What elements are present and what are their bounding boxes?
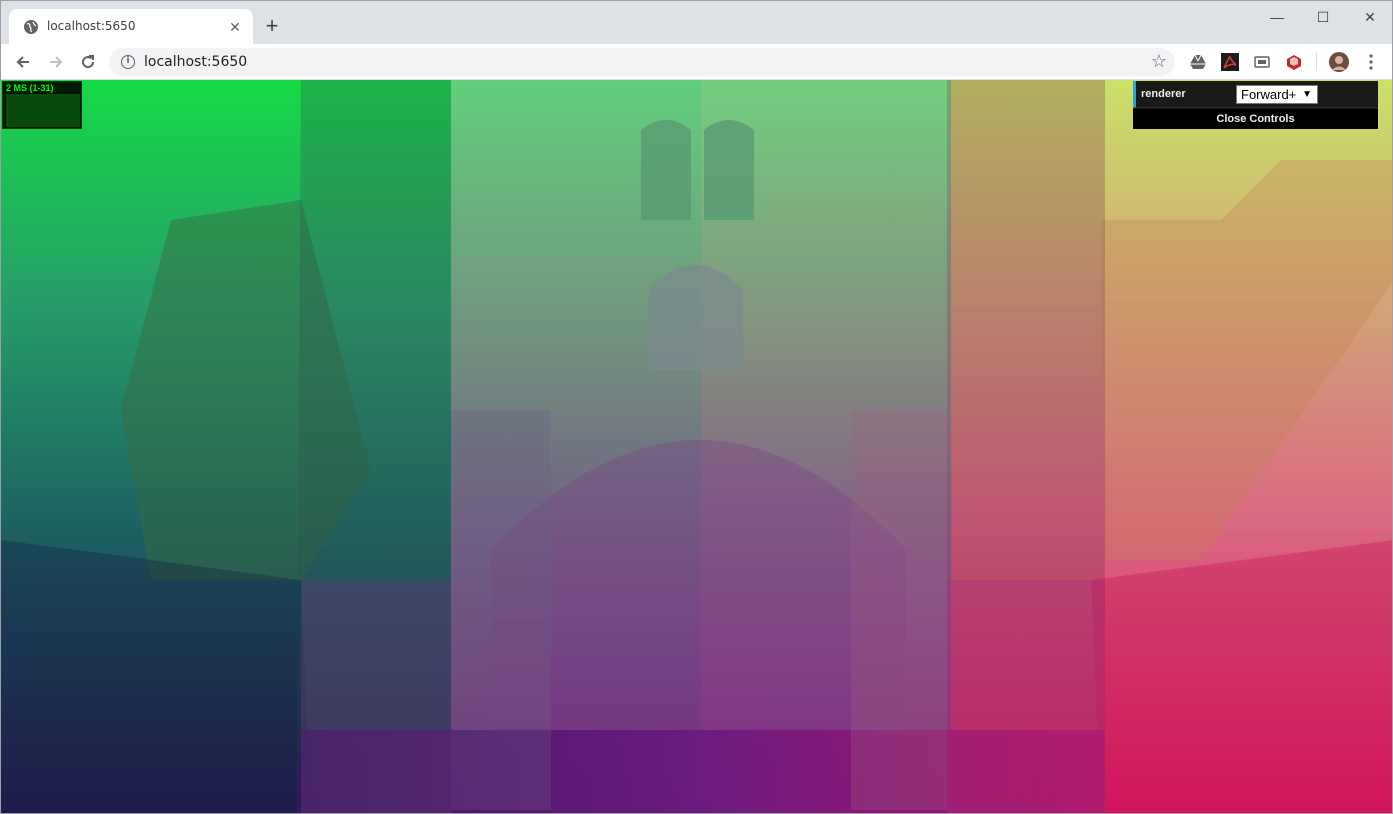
renderer-row: renderer Forward+ ▼ [1133,81,1378,108]
stats-graph [6,94,80,127]
tab-localhost[interactable]: localhost:5650 ✕ [9,9,253,44]
maximize-icon[interactable]: ☐ [1309,7,1337,27]
minimize-icon[interactable]: — [1263,7,1291,27]
browser-window: localhost:5650 ✕ + — ☐ ✕ i localhost:565… [0,0,1393,814]
controls-panel: renderer Forward+ ▼ Close Controls [1133,81,1378,129]
drive-icon[interactable] [1189,53,1207,71]
globe-icon [24,20,38,34]
reload-icon[interactable] [76,50,100,74]
divider [1316,53,1317,71]
renderer-select[interactable]: Forward+ ▼ [1236,85,1318,104]
more-vert-icon[interactable] [1359,50,1383,74]
toolbar: i localhost:5650 ☆ [1,44,1392,80]
url-text: localhost:5650 [144,54,248,70]
window-close-icon[interactable]: ✕ [1356,7,1384,27]
renderer-label: renderer [1141,88,1186,100]
sponza-scene-canvas[interactable] [1,80,1393,814]
close-icon[interactable]: ✕ [225,17,245,37]
tab-title: localhost:5650 [47,19,136,33]
tab-strip: localhost:5650 ✕ + — ☐ ✕ [1,1,1392,44]
cast-icon[interactable] [1253,53,1271,71]
plus-icon[interactable]: + [261,15,283,38]
acrobat-icon[interactable] [1221,53,1239,71]
close-controls-button[interactable]: Close Controls [1133,109,1378,129]
info-icon[interactable]: i [121,55,135,69]
renderer-select-value: Forward+ [1241,87,1297,102]
back-arrow-icon[interactable] [11,50,35,74]
forward-arrow-icon[interactable] [44,50,68,74]
stats-label: 2 MS (1-31) [6,83,54,93]
avatar[interactable] [1329,52,1349,72]
stats-panel[interactable]: 2 MS (1-31) [2,81,82,129]
address-bar[interactable]: i localhost:5650 ☆ [109,48,1175,76]
webgl-viewport[interactable]: 2 MS (1-31) renderer Forward+ ▼ Close Co… [1,80,1393,814]
star-icon[interactable]: ☆ [1151,51,1167,72]
chevron-down-icon: ▼ [1302,89,1312,100]
extension-icon[interactable] [1285,53,1303,71]
